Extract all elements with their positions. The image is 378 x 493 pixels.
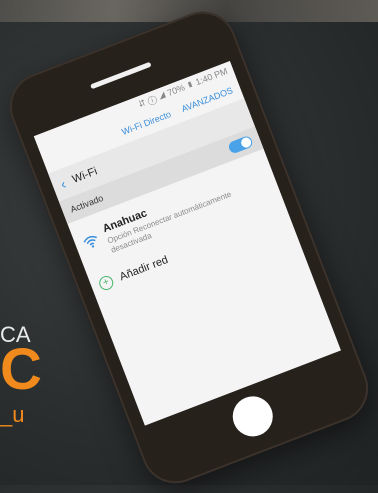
plus-icon: + — [97, 273, 116, 293]
phone-body: ⮃ ⓘ ◢ 70% ▮ 1:40 PM Wi-Fi Directo AVANZA… — [0, 1, 378, 493]
home-button[interactable] — [226, 390, 279, 443]
back-icon[interactable]: ‹ — [58, 176, 68, 193]
wifi-toggle[interactable] — [227, 134, 254, 155]
side-text-line3: _u — [0, 402, 25, 427]
phone-screen: ⮃ ⓘ ◢ 70% ▮ 1:40 PM Wi-Fi Directo AVANZA… — [33, 60, 341, 426]
smartphone: ⮃ ⓘ ◢ 70% ▮ 1:40 PM Wi-Fi Directo AVANZA… — [0, 1, 378, 493]
add-network-label: Añadir red — [118, 253, 170, 284]
phone-speaker — [90, 61, 152, 90]
side-text-line2: C — [0, 337, 42, 402]
page-title: Wi-Fi — [70, 165, 99, 186]
wifi-icon — [83, 235, 97, 248]
